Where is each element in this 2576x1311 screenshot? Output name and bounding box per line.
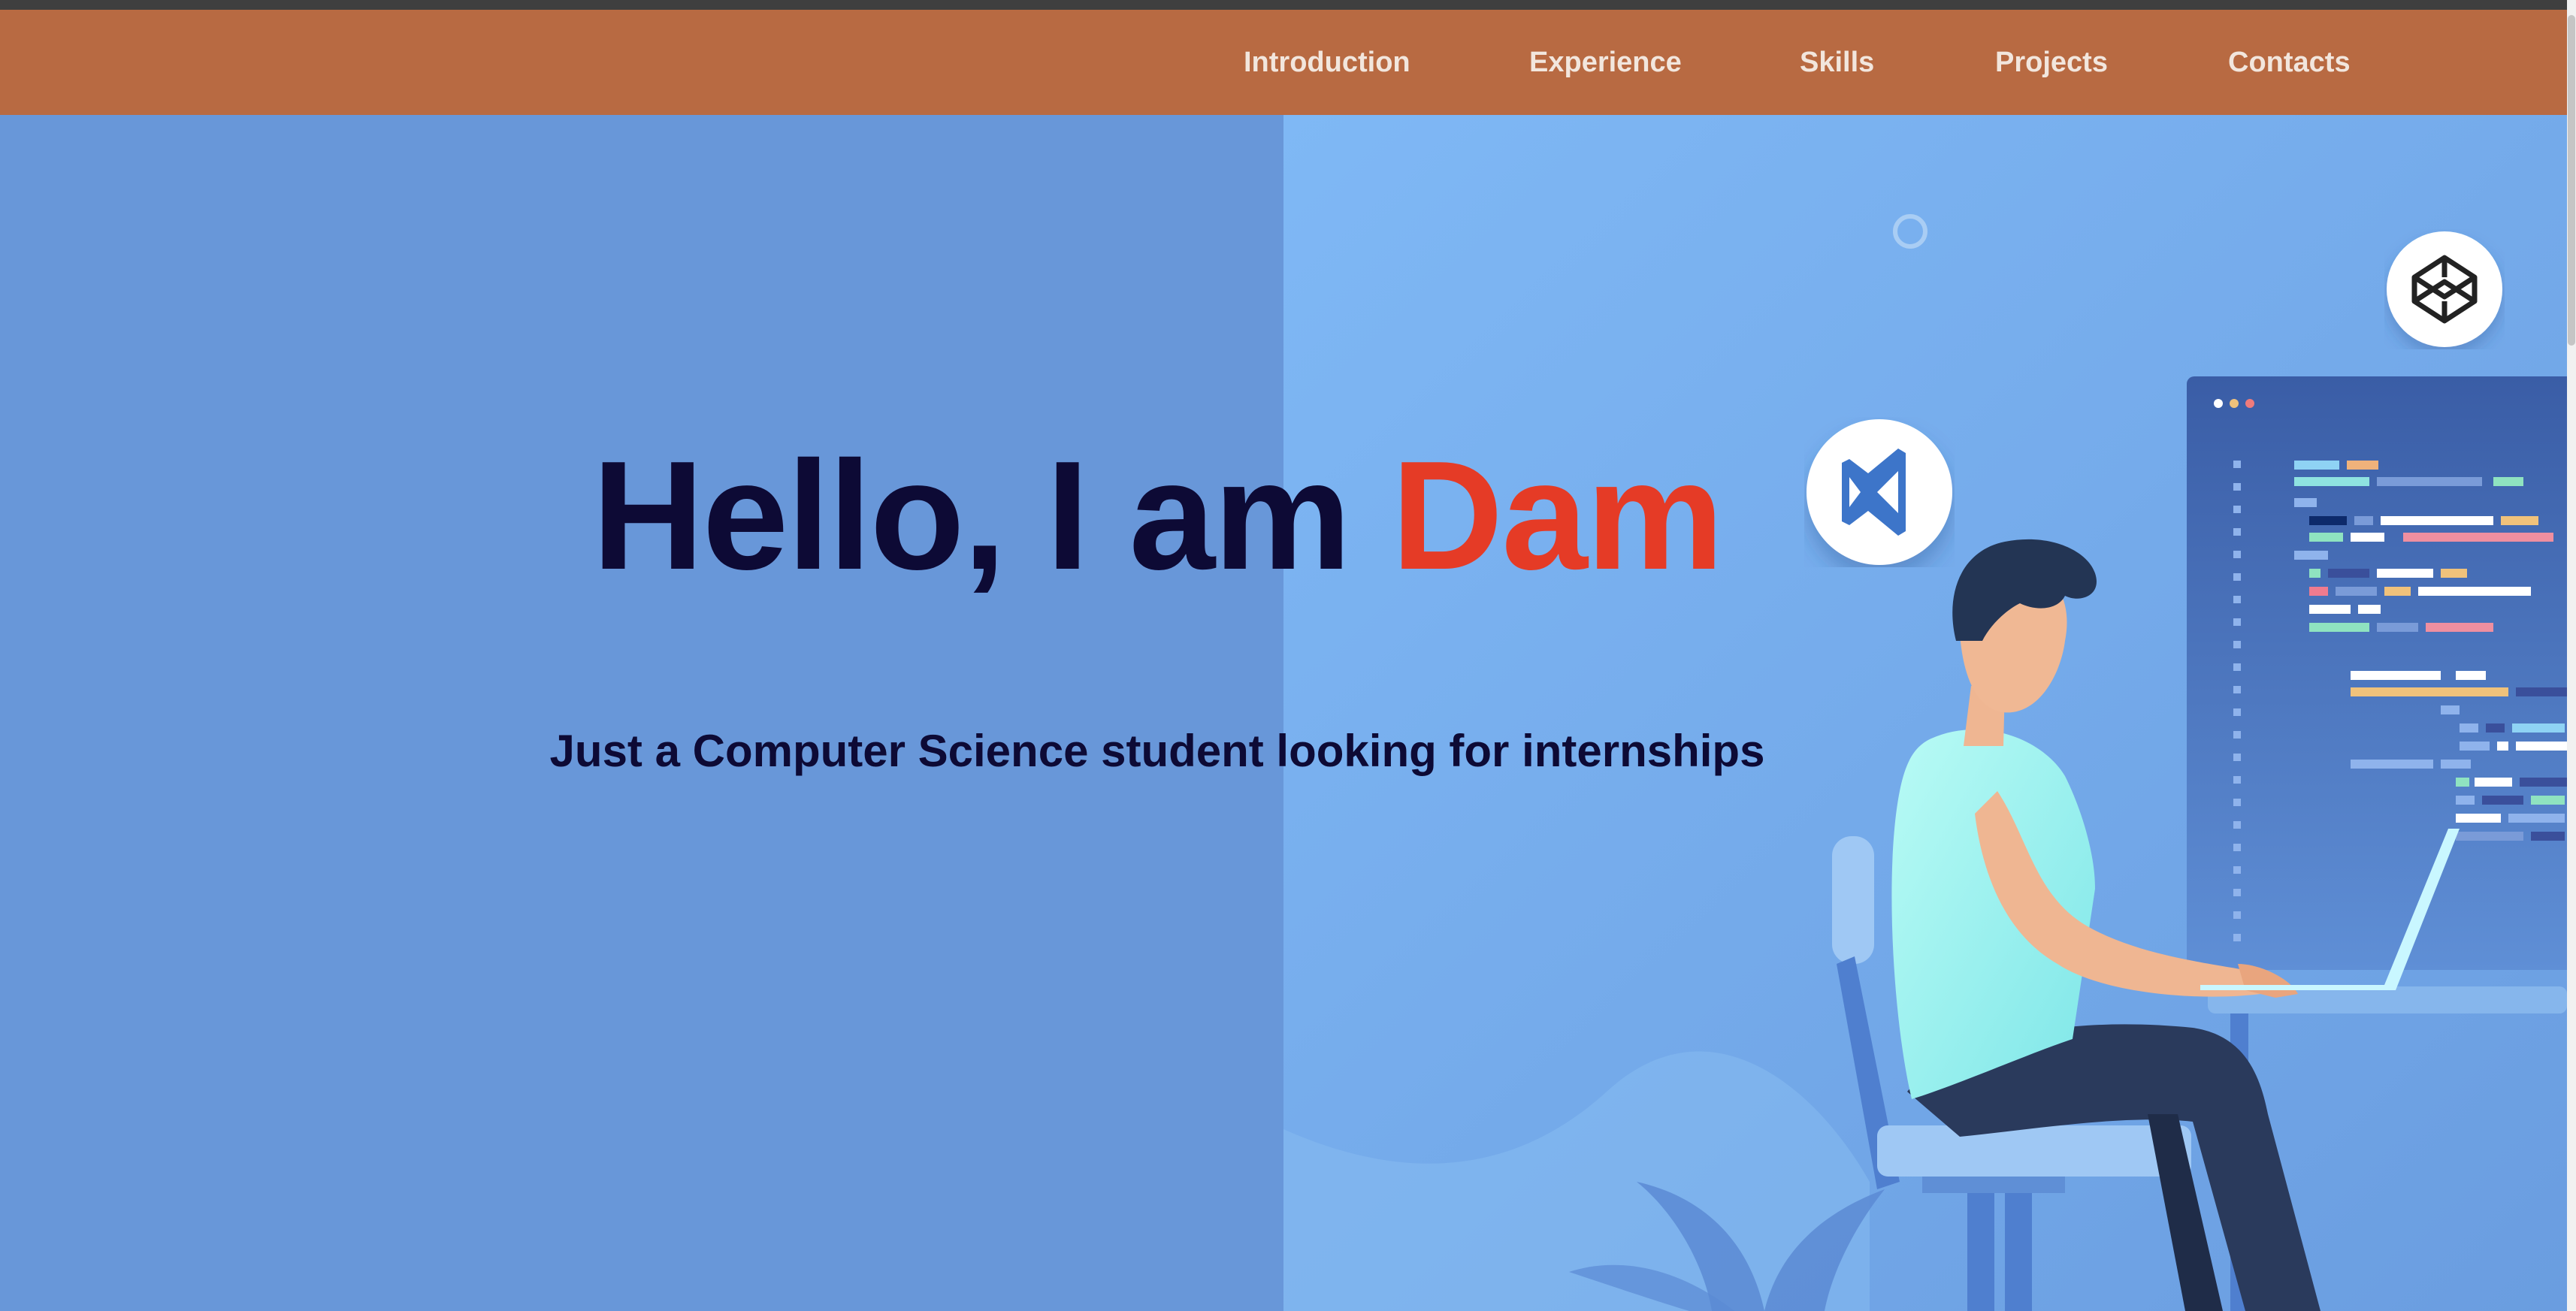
codepen-icon	[2387, 231, 2502, 347]
developer-illustration	[1283, 115, 2567, 1311]
hero-section: Hello, I am Dam Just a Computer Science …	[0, 115, 2567, 1311]
nav-item-skills[interactable]: Skills	[1800, 10, 1874, 115]
nav-item-projects[interactable]: Projects	[1995, 10, 2108, 115]
hero-greeting: Hello, I am	[591, 429, 1392, 602]
page-scrollbar[interactable]	[2567, 0, 2576, 1311]
nav-item-experience[interactable]: Experience	[1529, 10, 1682, 115]
hero-name: Dam	[1391, 429, 1725, 602]
top-navbar: Introduction Experience Skills Projects …	[0, 10, 2567, 115]
nav-item-contacts[interactable]: Contacts	[2228, 10, 2351, 115]
scrollbar-thumb[interactable]	[2568, 15, 2575, 346]
nav-item-introduction[interactable]: Introduction	[1244, 10, 1410, 115]
hero-illustration	[1283, 115, 2567, 1311]
hero-tagline: Just a Computer Science student looking …	[549, 726, 1765, 776]
browser-top-strip	[0, 0, 2576, 10]
hero-headline: Hello, I am Dam	[0, 438, 2314, 593]
